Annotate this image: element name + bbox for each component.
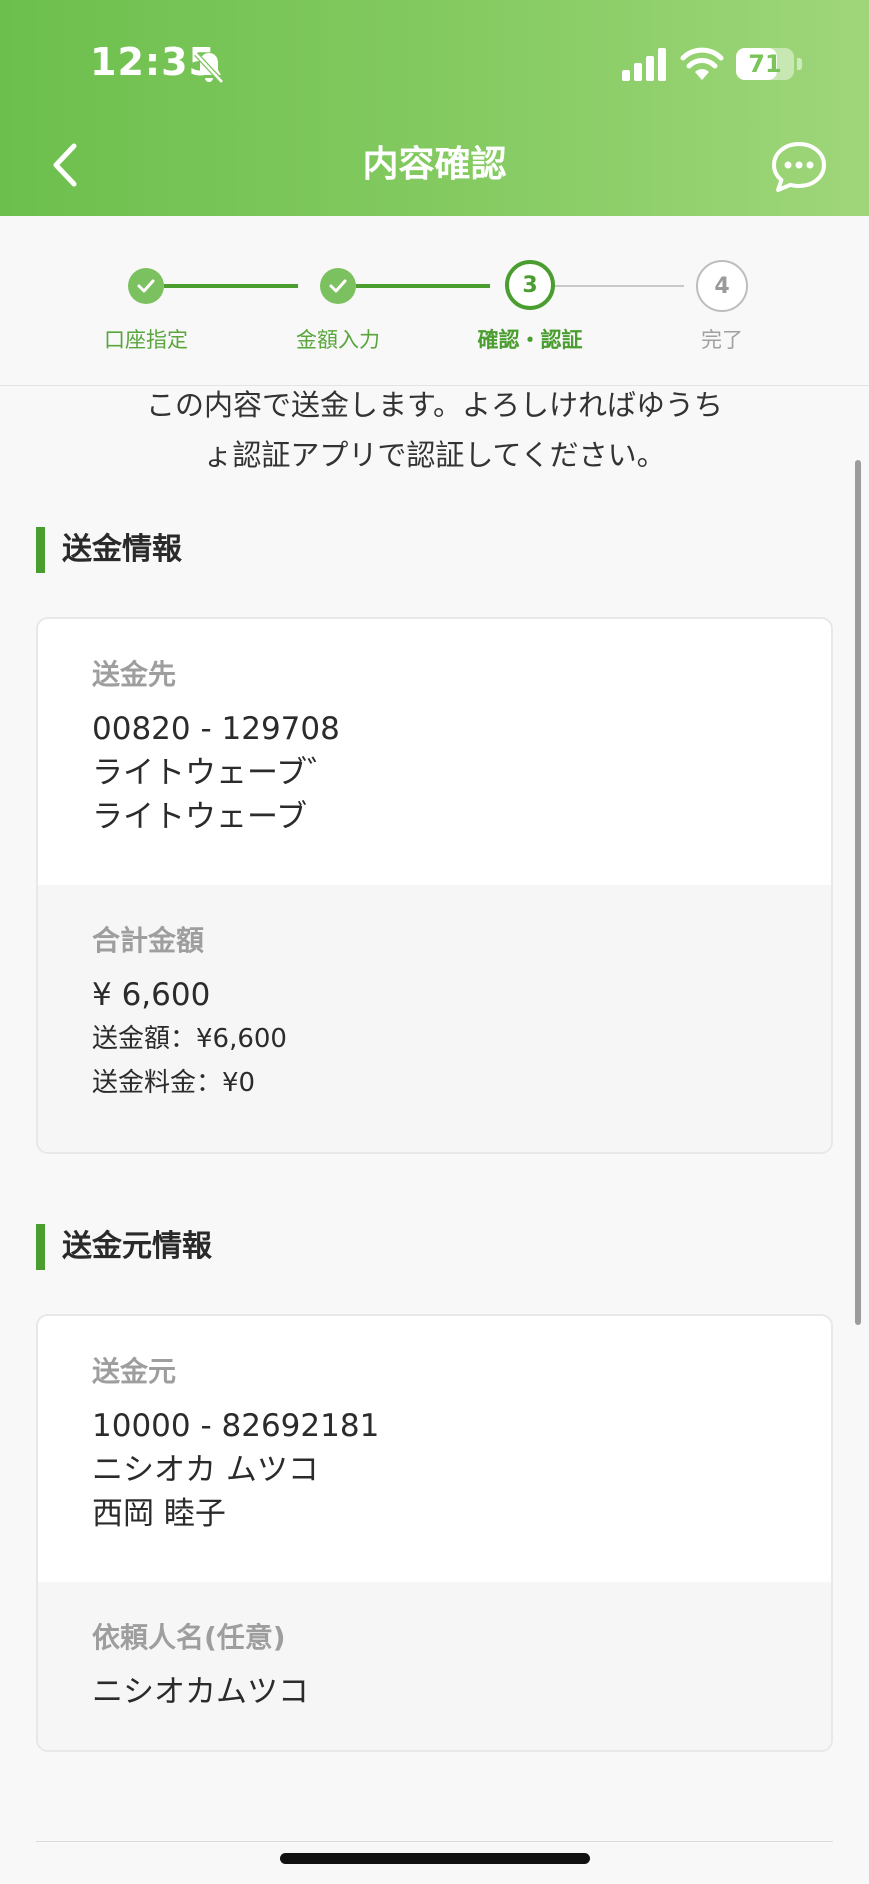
battery-percent: 71 bbox=[748, 50, 782, 78]
sender-name: 西岡 睦子 bbox=[92, 1496, 226, 1532]
progress-stepper: 3 4 口座指定 金額入力 確認・認証 完了 bbox=[0, 216, 869, 386]
battery-icon: 71 bbox=[736, 48, 794, 80]
recipient-block: 送金先 00820 - 129708 ライトウェーブ゛ ライトウェーブ bbox=[38, 619, 831, 885]
chat-bubble-icon[interactable] bbox=[770, 140, 828, 194]
sender-block: 送金元 10000 - 82692181 ニシオカ ムツコ 西岡 睦子 bbox=[38, 1316, 831, 1582]
section-accent-bar bbox=[36, 1224, 45, 1270]
step-4-label: 完了 bbox=[701, 328, 743, 352]
home-indicator[interactable] bbox=[280, 1853, 590, 1864]
step-connector-2 bbox=[356, 284, 490, 288]
instruction-text: この内容で送金します。よろしければゆうち ょ認証アプリで認証してください。 bbox=[0, 380, 869, 480]
sender-label: 送金元 bbox=[92, 1355, 177, 1388]
transfer-info-card: 送金先 00820 - 129708 ライトウェーブ゛ ライトウェーブ 合計金額… bbox=[36, 617, 833, 1154]
transfer-fee: 送金料金：¥0 bbox=[92, 1068, 256, 1098]
instruction-line-2: ょ認証アプリで認証してください。 bbox=[203, 438, 666, 472]
cellular-signal-icon bbox=[622, 48, 666, 81]
step-1-check-icon bbox=[128, 268, 164, 304]
section-title: 送金元情報 bbox=[62, 1229, 212, 1264]
total-label: 合計金額 bbox=[92, 924, 205, 957]
instruction-line-1: この内容で送金します。よろしければゆうち bbox=[145, 388, 724, 422]
total-block: 合計金額 ¥ 6,600 送金額：¥6,600 送金料金：¥0 bbox=[38, 885, 831, 1152]
divider bbox=[36, 1841, 833, 1842]
recipient-name-kana: ライトウェーブ゛ bbox=[92, 755, 339, 791]
step-connector-3 bbox=[546, 285, 684, 287]
bell-muted-icon bbox=[194, 52, 224, 84]
step-3-number: 3 bbox=[505, 260, 555, 310]
section-accent-bar bbox=[36, 527, 45, 573]
step-connector-1 bbox=[164, 284, 298, 288]
step-2-label: 金額入力 bbox=[296, 328, 380, 352]
recipient-name: ライトウェーブ bbox=[92, 799, 308, 835]
requester-name: ニシオカムツコ bbox=[92, 1674, 309, 1710]
step-4-number: 4 bbox=[696, 260, 748, 312]
requester-label: 依頼人名(任意) bbox=[92, 1621, 286, 1654]
recipient-label: 送金先 bbox=[92, 658, 177, 691]
step-1-label: 口座指定 bbox=[104, 328, 188, 352]
requester-block: 依頼人名(任意) ニシオカムツコ bbox=[38, 1582, 831, 1750]
total-amount: ¥ 6,600 bbox=[92, 977, 211, 1013]
recipient-account: 00820 - 129708 bbox=[92, 711, 340, 747]
step-3-label: 確認・認証 bbox=[477, 328, 583, 352]
sender-name-kana: ニシオカ ムツコ bbox=[92, 1452, 319, 1488]
scrollbar[interactable] bbox=[855, 460, 861, 1325]
transfer-amount: 送金額：¥6,600 bbox=[92, 1024, 287, 1054]
battery-cap bbox=[797, 58, 802, 70]
section-title: 送金情報 bbox=[62, 532, 182, 567]
sender-account: 10000 - 82692181 bbox=[92, 1408, 380, 1444]
sender-info-card: 送金元 10000 - 82692181 ニシオカ ムツコ 西岡 睦子 依頼人名… bbox=[36, 1314, 833, 1752]
wifi-icon bbox=[680, 47, 724, 80]
step-2-check-icon bbox=[320, 268, 356, 304]
page-title: 内容確認 bbox=[362, 144, 507, 185]
header: 12:35 71 内容確認 bbox=[0, 0, 869, 216]
